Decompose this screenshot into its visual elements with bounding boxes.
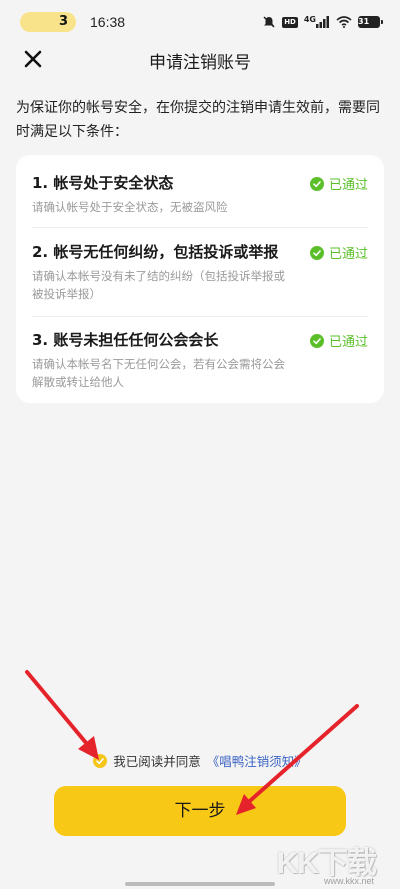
condition-item: 2. 帐号无任何纠纷，包括投诉或举报 请确认本帐号没有未了结的纠纷（包括投诉举报… (32, 241, 368, 303)
divider (32, 316, 368, 317)
wifi-icon (336, 16, 352, 28)
condition-status: 已通过 (309, 331, 368, 350)
status-label: 已通过 (328, 335, 368, 350)
home-indicator[interactable] (125, 882, 275, 886)
watermark: KK下载 www.kkx.net (262, 838, 382, 886)
page-title: 申请注销账号 (149, 53, 251, 73)
network-label: 4G (303, 14, 316, 24)
battery-icon: 31 (358, 16, 383, 28)
header: 申请注销账号 (0, 40, 400, 80)
agreement-row: 我已阅读并同意 《唱鸭注销须知》 (0, 751, 400, 770)
status-label: 已通过 (328, 178, 368, 193)
status-time: 16:38 (90, 14, 126, 30)
status-bar: 3 16:38 HD 4G 31 (0, 0, 400, 40)
watermark-url: www.kkx.net (323, 876, 374, 886)
signal-icon: 4G (304, 15, 330, 30)
divider (32, 227, 368, 228)
pill-number: 3 (58, 14, 68, 29)
mute-icon (262, 15, 276, 29)
check-icon (309, 333, 324, 348)
hd-badge: HD (282, 16, 298, 28)
conditions-card: 1. 帐号处于安全状态 请确认帐号处于安全状态，无被盗风险 已通过 2. 帐号无… (16, 155, 384, 403)
condition-desc: 请确认帐号处于安全状态，无被盗风险 (32, 200, 228, 214)
check-icon (96, 757, 105, 764)
condition-status: 已通过 (309, 243, 368, 262)
agreement-link[interactable]: 《唱鸭注销须知》 (207, 751, 307, 770)
agreement-text: 我已阅读并同意 (113, 754, 201, 769)
status-icons: HD 4G 31 (262, 13, 383, 31)
condition-item: 3. 账号未担任任何公会会长 请确认本帐号名下无任何公会，若有公会需将公会解散或… (32, 329, 368, 391)
intro-text: 为保证你的帐号安全，在你提交的注销申请生效前，需要同时满足以下条件： (16, 100, 380, 140)
condition-desc: 请确认本帐号没有未了结的纠纷（包括投诉举报或被投诉举报） (32, 269, 285, 301)
check-icon (309, 245, 324, 260)
arrow-to-checkbox (25, 670, 99, 760)
condition-item: 1. 帐号处于安全状态 请确认帐号处于安全状态，无被盗风险 已通过 (32, 172, 368, 216)
status-label: 已通过 (328, 247, 368, 262)
next-step-button[interactable]: 下一步 (54, 786, 346, 836)
notification-pill: 3 (20, 12, 76, 32)
condition-desc: 请确认本帐号名下无任何公会，若有公会需将公会解散或转让给他人 (32, 357, 285, 389)
check-icon (309, 176, 324, 191)
condition-status: 已通过 (309, 174, 368, 193)
agree-checkbox[interactable] (93, 753, 108, 768)
